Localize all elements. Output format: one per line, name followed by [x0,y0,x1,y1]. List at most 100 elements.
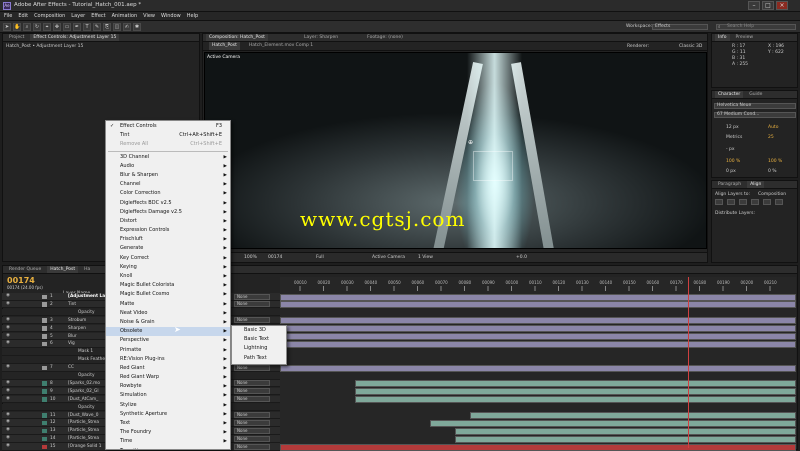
align-vcenter-icon[interactable] [763,199,771,205]
layer-duration-bar[interactable] [280,317,796,325]
tsume-value[interactable]: 0 % [768,169,777,174]
layer-name[interactable]: Strobum [68,318,86,323]
layer-name[interactable]: Opacity [78,405,95,410]
viewer-timecode[interactable]: 00174 [268,255,282,260]
effect-menu-item[interactable]: Transition▶ [106,447,230,449]
menu-view[interactable]: View [143,12,155,20]
track-matte-select[interactable]: None [234,388,270,395]
visibility-eye-icon[interactable]: ◉ [6,396,10,401]
effect-menu-item[interactable]: Knoll ▶ [106,272,230,281]
layer-duration-bar[interactable] [355,380,796,388]
layer-label-color[interactable] [42,318,47,323]
effect-menu-item[interactable]: Frischluft ▶ [106,235,230,244]
align-to-select[interactable]: Composition [758,192,786,197]
track-matte-select[interactable]: None [234,317,270,324]
visibility-eye-icon[interactable]: ◉ [6,333,10,338]
effect-menu-item[interactable]: Rowbyte ▶ [106,382,230,391]
effect-menu-item[interactable]: Effect Controls ✓ F3 [106,122,230,131]
menu-help[interactable]: Help [187,12,198,20]
layer-label-color[interactable] [42,326,47,331]
minimize-button[interactable]: – [748,1,760,10]
layer-duration-bar[interactable] [280,325,796,333]
rectangle-tool-icon[interactable]: ▭ [63,23,71,31]
effect-menu-item[interactable]: Tint Ctrl+Alt+Shift+E [106,131,230,140]
layer-name[interactable]: [Sparks_02.mo [68,381,100,386]
align-hcenter-icon[interactable] [727,199,735,205]
layer-name[interactable]: CC [68,365,74,370]
effect-menu-item[interactable]: Obsolete ▶ [106,327,230,337]
tab-render-queue[interactable]: Render Queue [6,266,44,273]
track-matte-select[interactable]: None [234,419,270,426]
tab-layer[interactable]: Layer: Sharpen [301,34,341,41]
baseline-shift-value[interactable]: 0 px [726,169,736,174]
visibility-eye-icon[interactable]: ◉ [6,317,10,322]
layer-name[interactable]: [Orange Solid 1 [68,444,102,449]
tab-timeline-other[interactable]: Ha [81,266,93,273]
submenu-path-text[interactable]: Path Text [232,354,286,363]
layer-label-color[interactable] [42,420,47,426]
align-bottom-icon[interactable] [775,199,783,205]
layer-label-color[interactable] [42,341,47,347]
effect-menu-item[interactable]: Keying ▶ [106,263,230,272]
layer-name[interactable]: Blur [68,334,77,339]
effect-menu-item[interactable]: Red Giant Warp ▶ [106,373,230,382]
workspace-select[interactable]: Effects [652,24,708,30]
visibility-eye-icon[interactable]: ◉ [6,325,10,330]
effect-menu-item[interactable]: Magic Bullet Cosmo ▶ [106,290,230,299]
layer-name[interactable]: Mask Feather [78,357,107,362]
visibility-eye-icon[interactable]: ◉ [6,427,10,432]
timeline-timecode[interactable]: 00174 [7,276,35,285]
visibility-eye-icon[interactable]: ◉ [6,419,10,424]
layer-duration-bar[interactable] [280,301,796,309]
layer-label-color[interactable] [42,428,47,434]
clone-stamp-tool-icon[interactable]: ⎘ [103,23,111,31]
effect-menu-item[interactable]: Neat Video ▶ [106,309,230,318]
camera-tool-icon[interactable]: ⌖ [43,23,51,31]
submenu-basic-text[interactable]: Basic Text [232,335,286,344]
layer-label-color[interactable] [42,381,47,386]
maximize-button[interactable]: □ [762,1,774,10]
visibility-eye-icon[interactable]: ◉ [6,364,10,369]
menu-edit[interactable]: Edit [18,12,28,20]
effect-menu-item[interactable]: Primatte ▶ [106,346,230,355]
menu-window[interactable]: Window [161,12,181,20]
renderer-value[interactable]: Classic 3D [679,44,702,49]
timeline-graph[interactable]: 00010 00020 00030 00040 00050 00060 00070 00080… [280,277,796,451]
rotate-tool-icon[interactable]: ↻ [33,23,41,31]
roto-brush-tool-icon[interactable]: ✍ [123,23,131,31]
pan-behind-tool-icon[interactable]: ✥ [53,23,61,31]
visibility-eye-icon[interactable]: ◉ [6,412,10,417]
menu-effect[interactable]: Effect [91,12,105,20]
brush-tool-icon[interactable]: ✎ [93,23,101,31]
effect-menu-item[interactable]: Time ▶ [106,437,230,446]
resolution-select[interactable]: Full [316,255,324,260]
tracking-value[interactable]: 25 [768,135,774,140]
effect-menu-item[interactable]: The Foundry ▶ [106,428,230,437]
layer-name[interactable]: Sharpen [68,326,86,331]
effect-menu-item[interactable]: Synthetic Aperture ▶ [106,410,230,419]
layer-name[interactable]: Tint [68,302,76,307]
layer-name[interactable]: [Particle_Strea [68,428,99,433]
tab-align[interactable]: Align [747,181,765,188]
layer-name[interactable]: [Dust_AtCam_ [68,397,98,402]
track-matte-select[interactable]: None [234,380,270,387]
comp-breadcrumb-hatch-post[interactable]: Hatch_Post [209,42,240,50]
layer-duration-bar[interactable] [280,293,796,301]
pen-tool-icon[interactable]: ✒ [73,23,81,31]
track-matte-select[interactable]: None [234,435,270,442]
horizontal-scale-value[interactable]: 100 % [768,159,782,164]
track-matte-select[interactable]: None [234,293,270,300]
layer-duration-bar[interactable] [280,340,796,348]
layer-label-color[interactable] [42,302,47,307]
track-matte-select[interactable]: None [234,396,270,403]
effect-menu-item[interactable]: Distort ▶ [106,217,230,226]
effect-menu-item[interactable]: Audio ▶ [106,162,230,171]
layer-label-color[interactable] [42,294,47,299]
layer-duration-bar[interactable] [430,419,796,427]
font-family-select[interactable]: Helvetica Neue [714,103,796,109]
zoom-tool-icon[interactable]: ⌕ [23,23,31,31]
effect-menu-item[interactable]: RE:Vision Plug-ins ▶ [106,355,230,364]
layer-label-color[interactable] [42,413,47,418]
effect-menu-item[interactable]: 3D Channel ▶ [106,153,230,162]
effect-menu-item[interactable]: Digieffects Damage v2.5 ▶ [106,208,230,217]
